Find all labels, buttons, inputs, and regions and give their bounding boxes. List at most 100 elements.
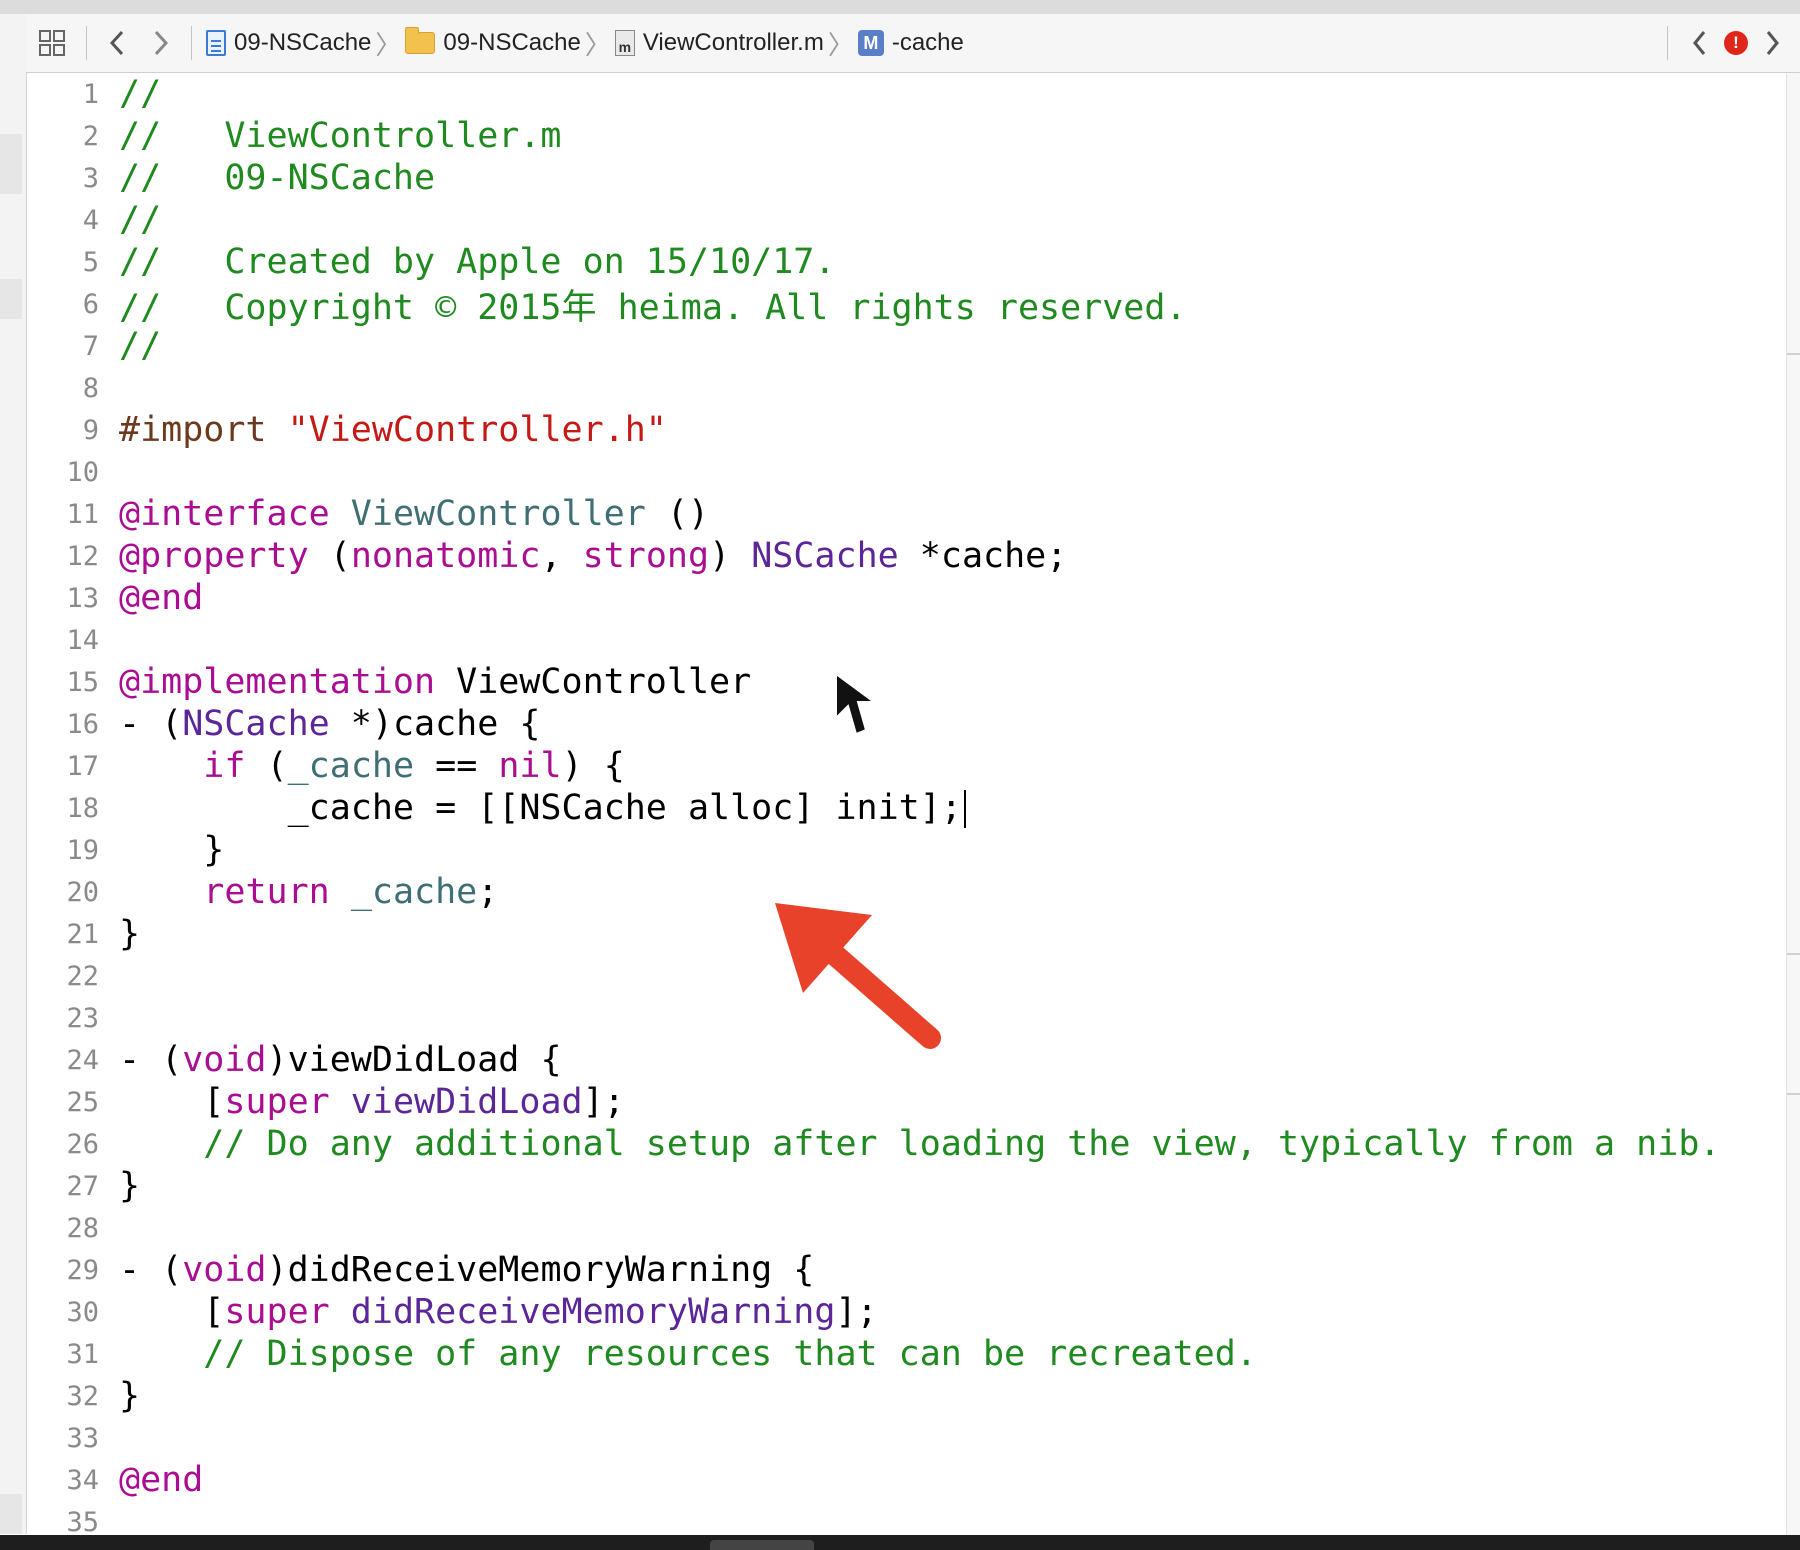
code-line[interactable]: 5 // Created by Apple on 15/10/17. <box>27 241 1787 283</box>
breadcrumb-file[interactable]: m ViewController.m <box>614 29 824 57</box>
code-token: )didReceiveMemoryWarning { <box>266 1250 815 1290</box>
breadcrumb-folder[interactable]: 09-NSCache <box>405 27 581 57</box>
code-token: strong <box>582 536 710 576</box>
code-line[interactable]: 23 <box>27 997 1787 1039</box>
code-line[interactable]: 31 // Dispose of any resources that can … <box>27 1333 1787 1375</box>
line-number: 28 <box>66 1212 99 1244</box>
bottom-bar-tab <box>710 1540 814 1550</box>
breadcrumb-label: 09-NSCache <box>443 29 581 56</box>
code-line[interactable]: 10 <box>27 451 1787 493</box>
code-token: [ <box>119 1292 225 1332</box>
code-line[interactable]: 1 // <box>27 73 1787 115</box>
code-text: } <box>119 1166 140 1206</box>
back-button[interactable] <box>95 23 139 63</box>
code-text: [super viewDidLoad]; <box>119 1082 624 1122</box>
code-line[interactable]: 29 - (void)didReceiveMemoryWarning { <box>27 1249 1787 1291</box>
code-text: @interface ViewController () <box>119 494 709 534</box>
breadcrumb-chevron-icon: 〉 <box>375 29 402 60</box>
code-line[interactable]: 18 _cache = [[NSCache alloc] init]; <box>27 787 1787 829</box>
code-line[interactable]: 4 // <box>27 199 1787 241</box>
code-token: )viewDidLoad { <box>266 1040 562 1080</box>
code-editor[interactable]: 1 // 2 // ViewController.m 3 // 09-NSCache 4 //… <box>27 73 1787 1535</box>
line-number: 12 <box>66 540 99 572</box>
code-token: // 09-NSCache <box>119 158 436 198</box>
code-token: @interface <box>119 494 330 534</box>
line-number: 34 <box>66 1464 99 1496</box>
code-token: ]; <box>835 1292 878 1332</box>
issue-navigation: ! <box>1659 14 1786 72</box>
line-number: 25 <box>66 1086 99 1118</box>
code-line[interactable]: 2 // ViewController.m <box>27 115 1787 157</box>
code-line[interactable]: 22 <box>27 955 1787 997</box>
forward-button[interactable] <box>139 23 183 63</box>
scrollbar-mark <box>1787 1093 1800 1095</box>
navigator-edge-mark <box>0 279 22 319</box>
code-line[interactable]: 20 return _cache; <box>27 871 1787 913</box>
code-line[interactable]: 8 <box>27 367 1787 409</box>
line-number: 15 <box>66 666 99 698</box>
line-number: 4 <box>82 204 99 236</box>
code-line[interactable]: 9 #import "ViewController.h" <box>27 409 1787 451</box>
code-line[interactable]: 28 <box>27 1207 1787 1249</box>
code-token: // <box>119 200 162 240</box>
editor-scrollbar[interactable] <box>1786 73 1800 1535</box>
code-line[interactable]: 24 - (void)viewDidLoad { <box>27 1039 1787 1081</box>
breadcrumb-method[interactable]: M -cache <box>857 29 964 57</box>
next-issue-button[interactable] <box>1758 23 1786 63</box>
code-token: NSCache <box>182 704 330 744</box>
code-line[interactable]: 21} <box>27 913 1787 955</box>
line-number: 2 <box>82 120 99 152</box>
breadcrumb-project[interactable]: 09-NSCache <box>206 29 371 57</box>
code-token: () <box>645 494 710 534</box>
code-line[interactable]: 15 @implementation ViewController <box>27 661 1787 703</box>
code-line[interactable]: 25 [super viewDidLoad]; <box>27 1081 1787 1123</box>
code-token: _cache <box>287 746 415 786</box>
line-number: 20 <box>66 876 99 908</box>
related-items-grid-icon[interactable] <box>26 23 78 63</box>
code-text: // <box>119 326 161 366</box>
code-token: *)cache { <box>329 704 541 744</box>
code-text: #import "ViewController.h" <box>119 410 667 450</box>
code-line[interactable]: 34 @end <box>27 1459 1787 1501</box>
code-line[interactable]: 3 // 09-NSCache <box>27 157 1787 199</box>
code-line[interactable]: 35 <box>27 1501 1787 1536</box>
code-line[interactable]: 12 @property (nonatomic, strong) NSCache … <box>27 535 1787 577</box>
code-token: } <box>119 830 225 870</box>
code-token: } <box>119 1376 141 1416</box>
code-line[interactable]: 11 @interface ViewController () <box>27 493 1787 535</box>
line-number: 6 <box>82 288 99 320</box>
code-text: @end <box>119 578 203 618</box>
code-line[interactable]: 6 // Copyright © 2015年 heima. All rights … <box>27 283 1787 328</box>
code-line[interactable]: 19 } <box>27 829 1787 871</box>
code-line[interactable]: 32} <box>27 1375 1787 1417</box>
chevron-right-icon <box>154 30 169 56</box>
code-token: == <box>414 746 499 786</box>
code-token: *cache; <box>898 536 1068 576</box>
code-token: ViewController <box>435 662 752 702</box>
line-number: 11 <box>66 498 99 530</box>
code-text: // ViewController.m <box>119 116 562 156</box>
code-line[interactable]: 26 // Do any additional setup after load… <box>27 1123 1787 1165</box>
code-line[interactable]: 17 if (_cache == nil) { <box>27 745 1787 787</box>
error-badge-icon[interactable]: ! <box>1724 31 1748 55</box>
line-number: 9 <box>82 414 99 446</box>
code-line[interactable]: 7 // <box>27 325 1787 367</box>
code-token: didReceiveMemoryWarning <box>350 1292 836 1332</box>
code-line[interactable]: 27} <box>27 1165 1787 1207</box>
line-number: 1 <box>82 78 99 110</box>
code-text: } <box>119 1376 140 1416</box>
code-line[interactable]: 16 - (NSCache *)cache { <box>27 703 1787 745</box>
code-token: nonatomic <box>350 536 541 576</box>
code-line[interactable]: 30 [super didReceiveMemoryWarning]; <box>27 1291 1787 1333</box>
code-token: #import <box>119 410 288 450</box>
chevron-left-icon <box>109 30 124 56</box>
code-token: // <box>119 326 162 366</box>
code-line[interactable]: 33 <box>27 1417 1787 1459</box>
code-line[interactable]: 13 @end <box>27 577 1787 619</box>
previous-issue-button[interactable] <box>1686 23 1714 63</box>
line-number: 16 <box>66 708 99 740</box>
chevron-left-icon <box>1693 31 1706 55</box>
code-line[interactable]: 14 <box>27 619 1787 661</box>
